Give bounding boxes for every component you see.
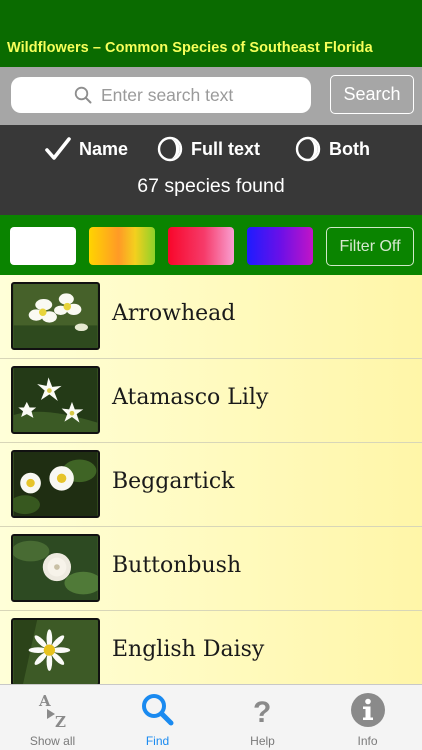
species-name: Beggartick [112, 469, 235, 494]
yellow-color-filter[interactable] [89, 227, 155, 265]
species-name: Arrowhead [112, 301, 236, 326]
tab-show-all-label: Show all [29, 734, 76, 748]
species-name: Buttonbush [112, 553, 242, 578]
unselected-radio-icon [295, 136, 321, 162]
option-both[interactable]: Both [295, 136, 370, 162]
species-row[interactable]: Buttonbush [0, 527, 422, 611]
search-bar: Search [0, 67, 422, 125]
option-full-text-label: Full text [191, 138, 261, 159]
species-row[interactable]: Beggartick [0, 443, 422, 527]
filter-off-button[interactable]: Filter Off [326, 227, 414, 266]
info-circle-icon [315, 691, 420, 729]
species-row[interactable]: English Daisy [0, 611, 422, 684]
result-count: 67 species found [137, 175, 285, 197]
tab-show-all[interactable]: A Z Show all [0, 685, 105, 750]
species-name: English Daisy [112, 637, 265, 662]
question-mark-icon: ? [210, 691, 315, 729]
red-color-filter[interactable] [168, 227, 234, 265]
search-options-panel: Name Full text Both 67 species found [0, 125, 422, 215]
atamasco-lily-thumbnail [11, 366, 100, 434]
search-icon [74, 86, 92, 104]
white-color-filter[interactable] [10, 227, 76, 265]
tab-info-label: Info [357, 734, 378, 748]
search-field[interactable] [11, 77, 311, 113]
app-header: Wildflowers – Common Species of Southeas… [0, 0, 422, 67]
option-name[interactable]: Name [45, 136, 128, 162]
app-title: Wildflowers – Common Species of Southeas… [7, 40, 373, 56]
svg-text:Z: Z [55, 713, 66, 729]
tab-bar: A Z Show all Find ? Help Info [0, 684, 422, 750]
option-name-label: Name [79, 138, 129, 159]
english-daisy-thumbnail [11, 618, 100, 684]
magnifier-icon [105, 691, 210, 729]
tab-find-label: Find [145, 734, 170, 748]
arrowhead-thumbnail [11, 282, 100, 350]
species-row[interactable]: Atamasco Lily [0, 359, 422, 443]
blue-color-filter[interactable] [247, 227, 313, 265]
option-both-label: Both [329, 138, 370, 159]
tab-info[interactable]: Info [315, 685, 420, 750]
beggartick-thumbnail [11, 450, 100, 518]
species-list: Arrowhead Atamasco Lily Beggartick Butto… [0, 275, 422, 684]
buttonbush-thumbnail [11, 534, 100, 602]
search-input[interactable] [101, 83, 301, 107]
option-full-text[interactable]: Full text [157, 136, 260, 162]
species-row[interactable]: Arrowhead [0, 275, 422, 359]
svg-text:A: A [38, 692, 51, 710]
tab-help[interactable]: ? Help [210, 685, 315, 750]
color-filter-bar: Filter Off [0, 215, 422, 275]
checkmark-icon [45, 136, 71, 162]
species-name: Atamasco Lily [112, 385, 269, 410]
tab-find[interactable]: Find [105, 685, 210, 750]
svg-text:?: ? [253, 696, 271, 728]
unselected-radio-icon [157, 136, 183, 162]
search-button[interactable]: Search [330, 75, 414, 114]
a-z-sort-icon: A Z [0, 691, 105, 729]
tab-help-label: Help [250, 734, 275, 748]
